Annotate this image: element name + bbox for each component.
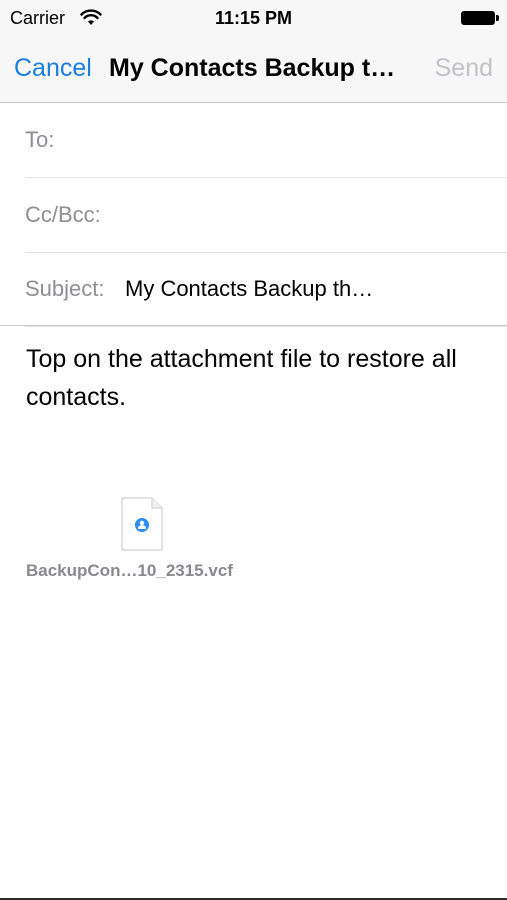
status-time: 11:15 PM [214, 8, 293, 28]
compose-nav-bar: Cancel My Contacts Backup t… Send [0, 38, 507, 103]
to-label: To: [25, 127, 55, 152]
subject-divider [0, 325, 507, 326]
vcard-file-icon [121, 497, 163, 551]
send-button[interactable]: Send [435, 54, 493, 83]
cancel-button[interactable]: Cancel [14, 54, 92, 83]
compose-title: My Contacts Backup t… [109, 54, 396, 82]
subject-input[interactable]: My Contacts Backup th… [125, 276, 373, 302]
cc-bcc-field-row[interactable]: Cc/Bcc: [25, 178, 507, 253]
attachment-file-name: BackupCon…10_2315.vcf [26, 561, 233, 580]
battery-cap [496, 15, 499, 21]
cc-bcc-label: Cc/Bcc: [25, 202, 101, 227]
subject-field-row[interactable]: Subject: My Contacts Backup th… [25, 252, 507, 327]
to-field-row[interactable]: To: [25, 103, 507, 178]
subject-label: Subject: [25, 276, 105, 301]
message-body[interactable]: Top on the attachment file to restore al… [26, 340, 486, 416]
battery-icon [461, 11, 495, 25]
status-bar: Carrier 11:15 PM [0, 0, 507, 38]
attachment[interactable]: BackupCon…10_2315.vcf [26, 497, 266, 587]
